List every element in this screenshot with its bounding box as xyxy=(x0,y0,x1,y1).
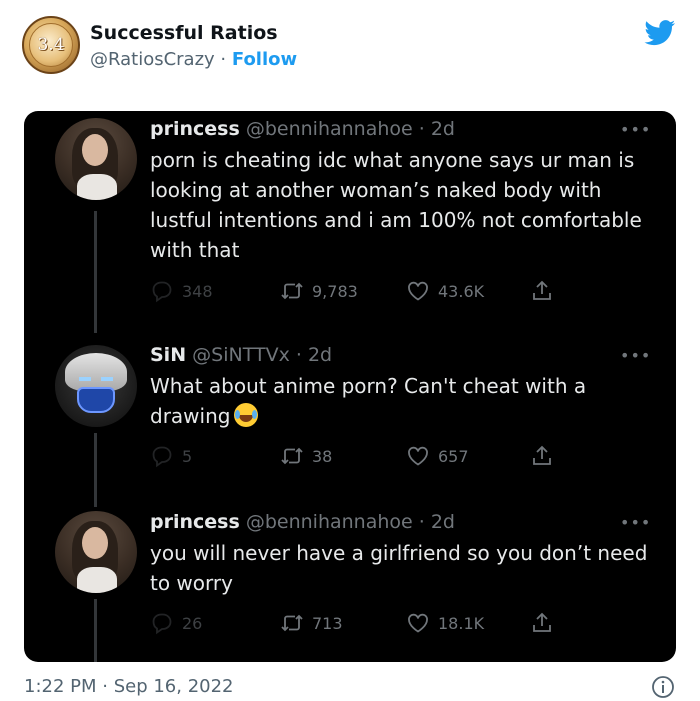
tweet-timestamp[interactable]: 1:22 PM · Sep 16, 2022 xyxy=(24,676,234,697)
tweet-avatar[interactable] xyxy=(55,118,137,200)
reply-icon xyxy=(152,281,172,303)
thread-connector-line xyxy=(94,211,97,333)
retweet-count: 713 xyxy=(312,613,343,633)
tweet-age: · 2d xyxy=(418,511,455,533)
tweet-avatar[interactable] xyxy=(55,345,137,427)
tweet-actions: 26 713 18.1K xyxy=(150,611,570,637)
reply-button[interactable]: 5 xyxy=(150,444,192,468)
account-handle-line: @RatiosCrazy · Follow xyxy=(90,49,297,70)
avatar-badge: 3.4 xyxy=(29,23,73,67)
more-options-icon[interactable]: ••• xyxy=(620,120,651,139)
reply-button[interactable]: 26 xyxy=(150,611,202,635)
author-name[interactable]: princess xyxy=(150,511,240,533)
author-handle[interactable]: @bennihannahoe xyxy=(246,118,413,140)
reply-count: 5 xyxy=(182,446,193,466)
share-button[interactable] xyxy=(530,611,554,635)
tweet-actions: 348 9,783 43.6K xyxy=(150,279,570,305)
retweet-button[interactable]: 713 xyxy=(280,611,343,635)
share-icon xyxy=(533,280,551,300)
tweet-thread-screenshot: princess @bennihannahoe · 2d ••• porn is… xyxy=(24,111,676,662)
tweet-header: SiN @SiNTTVx · 2d xyxy=(150,344,332,366)
tweet-actions: 5 38 657 xyxy=(150,444,570,470)
heart-icon xyxy=(408,281,428,301)
like-count: 43.6K xyxy=(438,281,485,301)
like-button[interactable]: 657 xyxy=(406,444,469,468)
share-button[interactable] xyxy=(530,444,554,468)
account-avatar[interactable]: 3.4 xyxy=(22,16,80,74)
info-icon[interactable] xyxy=(651,675,675,699)
thread-connector-line xyxy=(94,599,97,662)
heart-icon xyxy=(408,446,428,466)
more-options-icon[interactable]: ••• xyxy=(620,346,651,365)
twitter-bird-icon[interactable] xyxy=(644,20,676,46)
like-count: 657 xyxy=(438,446,469,466)
reply-icon xyxy=(152,446,172,468)
tweet-age: · 2d xyxy=(295,344,333,366)
retweet-button[interactable]: 38 xyxy=(280,444,332,468)
heart-icon xyxy=(408,613,428,633)
retweet-icon xyxy=(281,614,303,632)
author-handle[interactable]: @bennihannahoe xyxy=(246,511,413,533)
tweet-header: princess @bennihannahoe · 2d xyxy=(150,118,455,140)
thread-connector-line xyxy=(94,433,97,507)
reply-count: 26 xyxy=(182,613,203,633)
share-icon xyxy=(533,612,551,632)
avatar-badge-text: 3.4 xyxy=(37,35,65,55)
author-handle[interactable]: @SiNTTVx xyxy=(192,344,290,366)
like-count: 18.1K xyxy=(438,613,485,633)
tweet-text: What about anime porn? Can't cheat with … xyxy=(150,371,660,431)
tweet-age: · 2d xyxy=(418,118,455,140)
share-icon xyxy=(533,445,551,465)
follow-button[interactable]: Follow xyxy=(232,49,297,70)
tweet-header: princess @bennihannahoe · 2d xyxy=(150,511,455,533)
author-name[interactable]: SiN xyxy=(150,344,186,366)
reply-count: 348 xyxy=(182,281,213,301)
retweet-button[interactable]: 9,783 xyxy=(280,279,358,303)
tweet-avatar[interactable] xyxy=(55,511,137,593)
reply-button[interactable]: 348 xyxy=(150,279,213,303)
share-button[interactable] xyxy=(530,279,554,303)
account-handle[interactable]: @RatiosCrazy xyxy=(90,49,215,70)
like-button[interactable]: 43.6K xyxy=(406,279,484,303)
tweet-text: you will never have a girlfriend so you … xyxy=(150,541,648,595)
laughing-emoji-icon xyxy=(234,403,259,427)
author-name[interactable]: princess xyxy=(150,118,240,140)
tweet-text: porn is cheating idc what anyone says ur… xyxy=(150,148,642,262)
reply-icon xyxy=(152,613,172,635)
retweet-icon xyxy=(281,282,303,300)
handle-separator: · xyxy=(214,49,232,70)
retweet-count: 9,783 xyxy=(312,281,358,301)
retweet-icon xyxy=(281,447,303,465)
retweet-count: 38 xyxy=(312,446,333,466)
account-name[interactable]: Successful Ratios xyxy=(90,22,278,44)
more-options-icon[interactable]: ••• xyxy=(620,513,651,532)
tweet-text-body: What about anime porn? Can't cheat with … xyxy=(150,374,587,428)
like-button[interactable]: 18.1K xyxy=(406,611,484,635)
